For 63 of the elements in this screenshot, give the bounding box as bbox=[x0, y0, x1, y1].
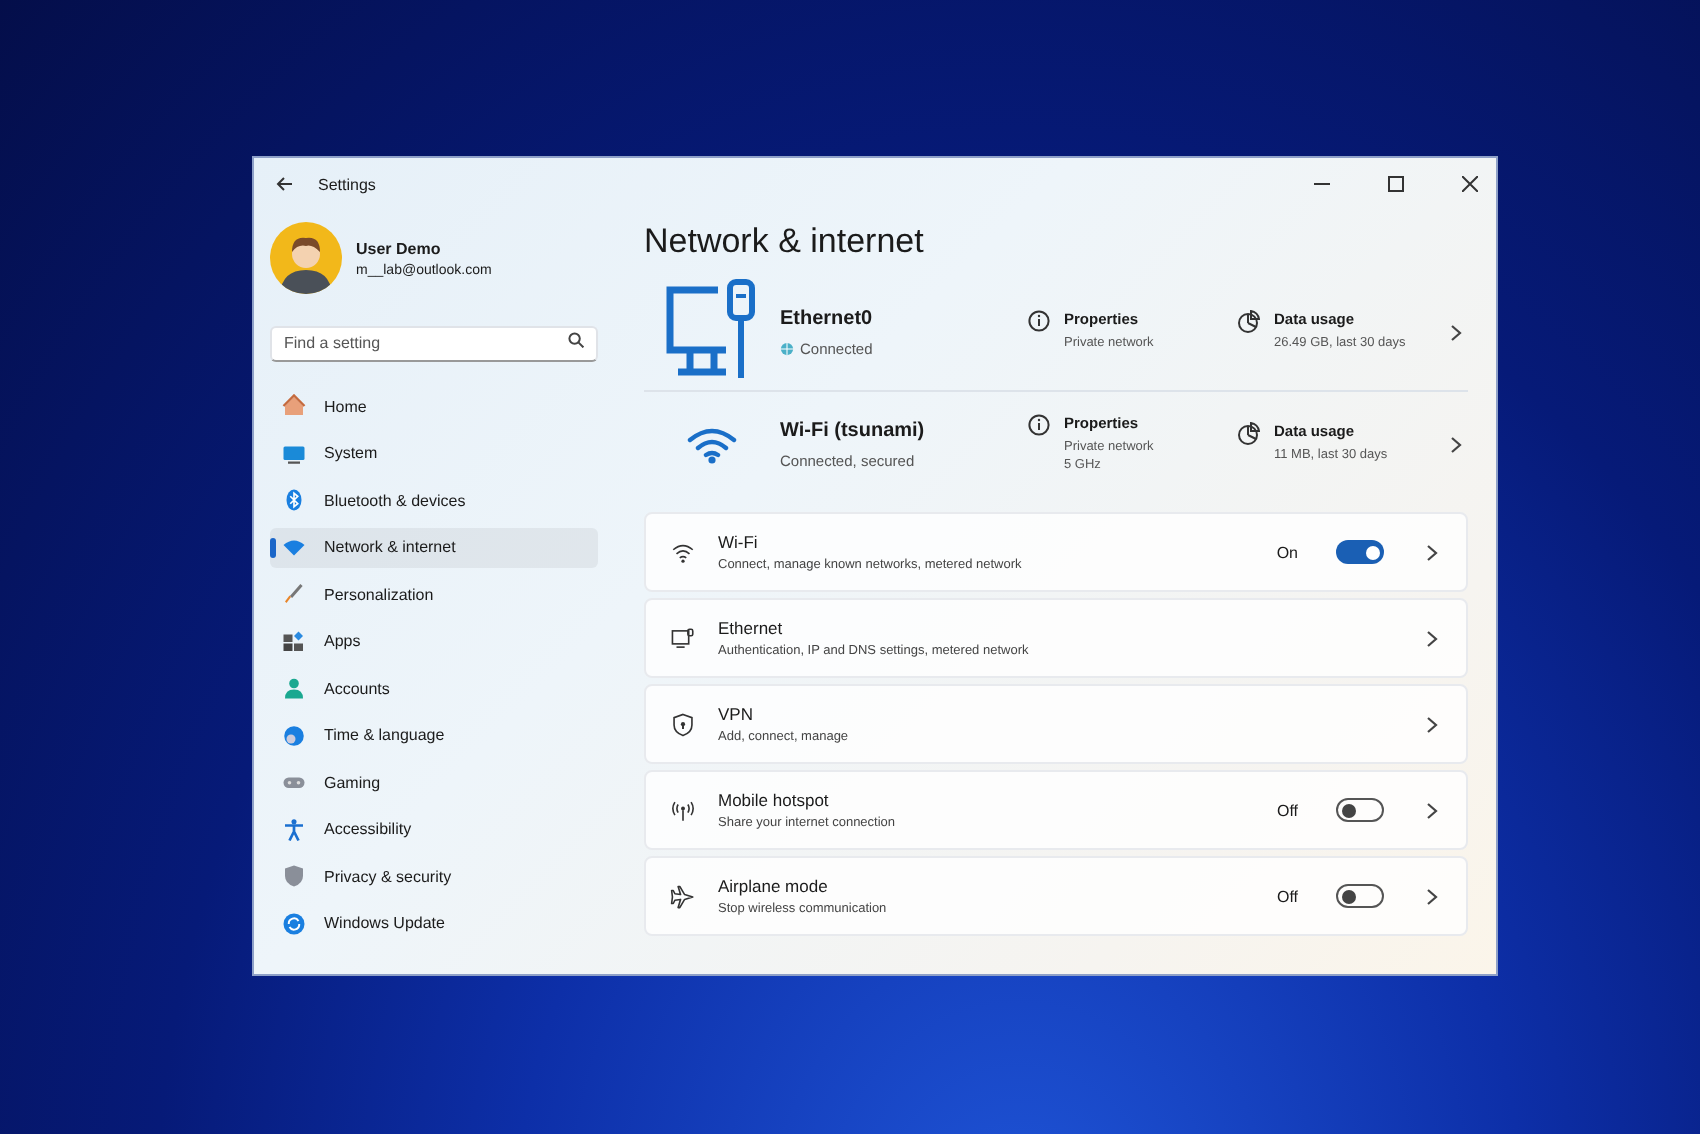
nav-item[interactable]: Privacy & security bbox=[270, 856, 598, 896]
wifi-icon bbox=[282, 535, 306, 559]
chevron-right-icon bbox=[1426, 543, 1438, 561]
nav-item[interactable]: Accounts bbox=[270, 668, 598, 708]
airplane-icon bbox=[670, 883, 696, 909]
nav-item[interactable]: Network & internet bbox=[270, 527, 598, 567]
nav-item[interactable]: Time & language bbox=[270, 715, 598, 755]
maximize-icon bbox=[1388, 176, 1404, 192]
chevron-right-icon bbox=[1450, 323, 1462, 341]
shield-icon bbox=[282, 864, 306, 888]
nav-item[interactable]: Personalization bbox=[270, 574, 598, 614]
setting-title: VPN bbox=[718, 704, 755, 724]
chevron-right-icon bbox=[1450, 435, 1462, 453]
setting-title: Ethernet bbox=[718, 618, 785, 638]
nav-item[interactable]: Bluetooth & devices bbox=[270, 480, 598, 520]
chevron-right-icon bbox=[1426, 629, 1438, 647]
toggle-state-label: Off bbox=[1276, 887, 1298, 905]
pie-chart-icon bbox=[1236, 310, 1260, 335]
toggle-state-label: On bbox=[1276, 543, 1298, 561]
close-icon bbox=[1462, 176, 1478, 192]
nav-item[interactable]: Gaming bbox=[270, 762, 598, 802]
house-icon bbox=[282, 394, 306, 418]
chevron-right-icon bbox=[1426, 887, 1438, 905]
globe-icon bbox=[780, 341, 794, 355]
monitor-icon bbox=[282, 441, 306, 465]
toggle-switch[interactable] bbox=[1336, 884, 1384, 908]
hotspot-icon bbox=[670, 797, 696, 823]
apps-icon bbox=[282, 629, 306, 653]
person-silhouette-icon bbox=[280, 234, 332, 294]
info-icon bbox=[1028, 310, 1050, 333]
nav-item[interactable]: System bbox=[270, 433, 598, 473]
setting-title: Wi-Fi bbox=[718, 532, 760, 552]
person-icon bbox=[282, 676, 306, 700]
brush-icon bbox=[282, 582, 306, 606]
nav-item[interactable]: Apps bbox=[270, 621, 598, 661]
user-name: User Demo bbox=[356, 239, 443, 257]
toggle-switch[interactable] bbox=[1336, 540, 1384, 564]
nav-item[interactable]: Accessibility bbox=[270, 809, 598, 849]
refresh-icon bbox=[282, 911, 306, 935]
accessibility-icon bbox=[282, 817, 306, 841]
pie-chart-icon bbox=[1236, 422, 1260, 447]
chevron-right-icon bbox=[1426, 801, 1438, 819]
search-icon bbox=[568, 332, 584, 348]
shield-icon bbox=[670, 711, 696, 737]
network-name: Ethernet0 bbox=[780, 307, 875, 329]
nav-item[interactable]: Windows Update bbox=[270, 903, 598, 943]
globe-clock-icon bbox=[282, 723, 306, 747]
page-title: Network & internet bbox=[644, 222, 926, 262]
setting-title: Airplane mode bbox=[718, 876, 830, 896]
bluetooth-icon bbox=[282, 488, 306, 512]
wifi-icon bbox=[686, 424, 738, 464]
setting-title: Mobile hotspot bbox=[718, 790, 831, 810]
wifi-icon bbox=[670, 539, 696, 565]
monitor-icon bbox=[670, 625, 696, 651]
nav-item[interactable]: Home bbox=[270, 386, 598, 426]
search-field[interactable]: Find a setting bbox=[270, 325, 598, 361]
back-arrow-icon bbox=[275, 176, 293, 192]
toggle-switch[interactable] bbox=[1336, 798, 1384, 822]
chevron-right-icon bbox=[1426, 715, 1438, 733]
network-name: Wi-Fi (tsunami) bbox=[780, 419, 927, 441]
info-icon bbox=[1028, 413, 1050, 436]
toggle-state-label: Off bbox=[1276, 801, 1298, 819]
window-title: Settings bbox=[318, 175, 378, 193]
